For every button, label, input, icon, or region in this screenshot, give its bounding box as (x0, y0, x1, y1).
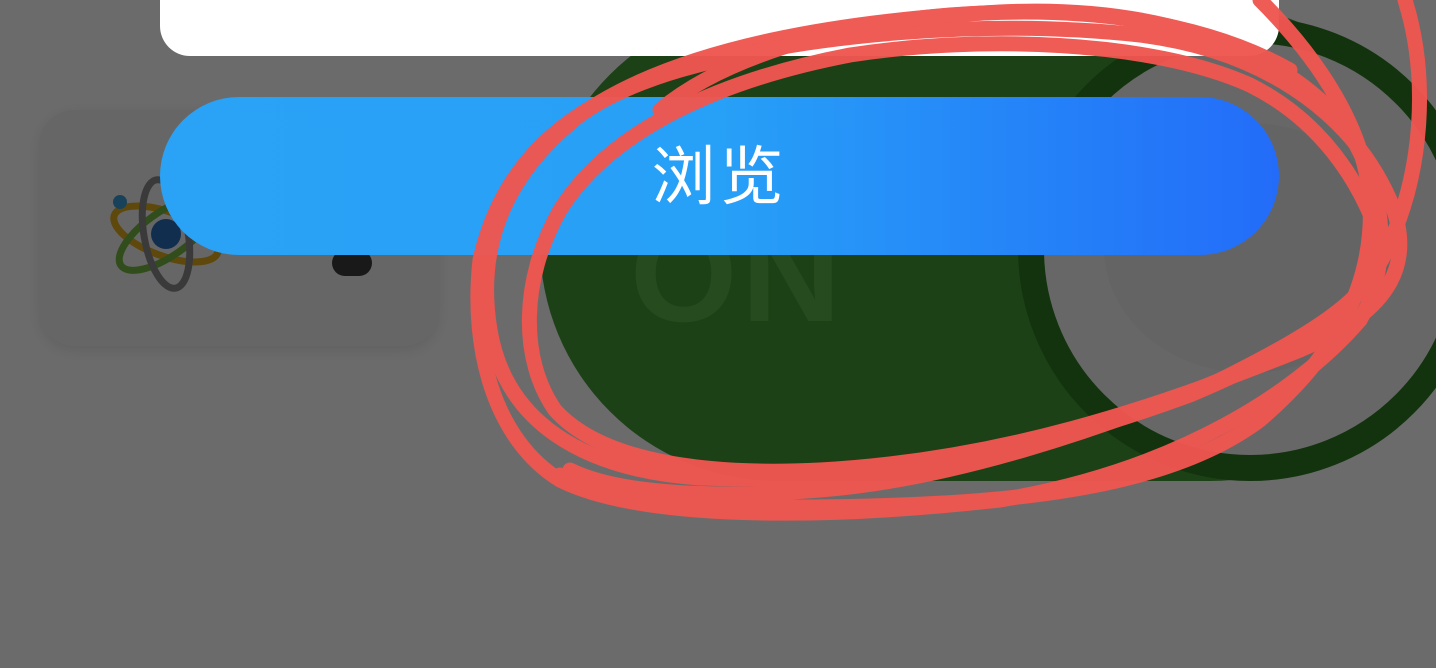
browse-button[interactable]: 浏览 (160, 97, 1279, 255)
dialog-panel (160, 0, 1279, 56)
browse-button-label: 浏览 (651, 141, 788, 215)
